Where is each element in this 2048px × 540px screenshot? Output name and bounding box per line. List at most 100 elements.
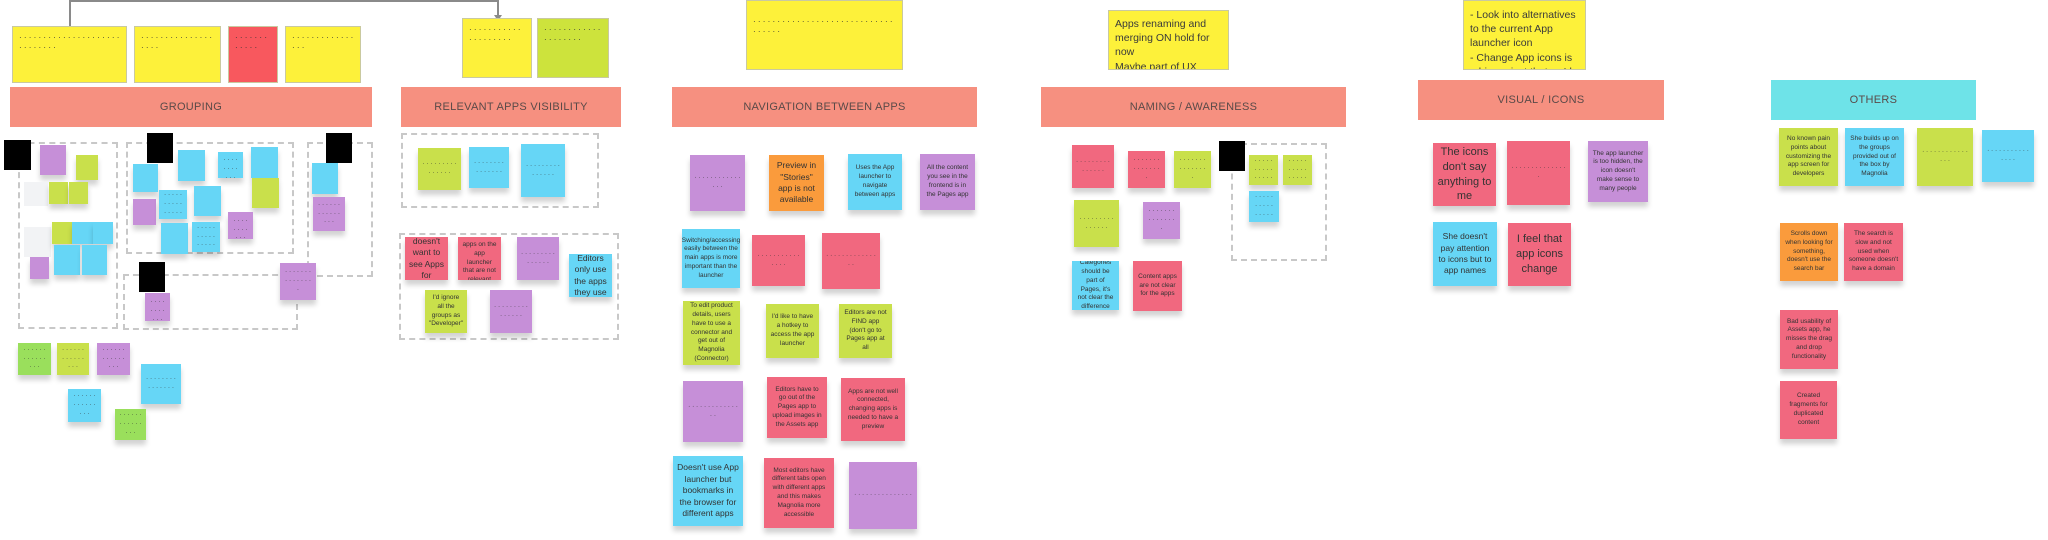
sticky-note[interactable]: · · · · · · · · · · · · · · · <box>822 233 880 289</box>
cluster-label-naming[interactable] <box>1219 141 1245 171</box>
sticky-note[interactable]: · · · · · · · · · · · · · · · <box>752 235 805 286</box>
sticky-note[interactable]: · · · · · · · · · · · · · · · <box>218 152 243 178</box>
sticky-note[interactable]: I'd like to have a hotkey to access the … <box>766 304 819 358</box>
sticky-note[interactable] <box>133 164 158 192</box>
sticky-note[interactable]: · · · · · · · · · · · · · · · <box>469 147 509 188</box>
sticky-note[interactable] <box>93 222 113 244</box>
top-note-relevant-2[interactable]: · · · · · · · · · · · · · · · · · · · · <box>537 18 609 78</box>
section-header-grouping[interactable]: GROUPING <box>10 87 372 127</box>
sticky-note[interactable]: · · · · · · · · · · · · · · · <box>141 364 181 404</box>
sticky-note[interactable] <box>24 227 51 257</box>
sticky-note[interactable]: She builds up on the groups provided out… <box>1845 128 1904 186</box>
sticky-note[interactable]: · · · · · · · · · · · · · · · <box>57 343 89 375</box>
sticky-note[interactable]: · · · · · · · · · · · · · · · <box>1072 145 1114 188</box>
sticky-note[interactable]: · · · · · · · · · · · · · · · <box>68 389 101 422</box>
sticky-note[interactable] <box>82 245 107 275</box>
top-note-grouping-4[interactable]: · · · · · · · · · · · · · · · · <box>285 26 361 83</box>
sticky-note[interactable]: · · · · · · · · · · · · · · · <box>1143 202 1180 239</box>
sticky-note[interactable]: · · · · · · · · · · · · · · · <box>192 222 220 252</box>
sticky-note[interactable]: She doesn't want to see Apps for develop… <box>405 237 448 280</box>
sticky-note[interactable]: · · · · · · · · · · · · · · · <box>97 343 130 375</box>
sticky-note[interactable]: · · · · · · · · · · · · · · · <box>280 263 316 300</box>
sticky-note[interactable]: · · · · · · · · · · · · · · · <box>1174 151 1211 188</box>
section-header-navigation-between-apps[interactable]: NAVIGATION BETWEEN APPS <box>672 87 977 127</box>
sticky-note[interactable] <box>251 147 278 178</box>
sticky-note[interactable]: · · · · · · · · · · · · · · · <box>228 212 253 239</box>
sticky-note[interactable] <box>178 150 205 181</box>
sticky-note[interactable]: Switching/accessing easily between the m… <box>682 229 740 288</box>
sticky-note[interactable]: · · · · · · · · · · · · · · · <box>159 190 187 219</box>
sticky-note[interactable]: · · · · · · · · · · · · · · · <box>690 155 745 211</box>
sticky-note[interactable] <box>24 182 48 206</box>
sticky-note[interactable]: All the content you see in the frontend … <box>920 154 975 210</box>
cluster-label-4[interactable] <box>139 262 165 292</box>
sticky-note[interactable]: Doesn't use App launcher but bookmarks i… <box>673 456 743 526</box>
sticky-note[interactable]: · · · · · · · · · · · · · · · <box>1074 200 1119 247</box>
sticky-note[interactable]: To edit product details, users have to u… <box>683 301 740 365</box>
sticky-note[interactable]: · · · · · · · · · · · · · · · <box>521 144 565 197</box>
sticky-note[interactable] <box>161 223 188 254</box>
sticky-note[interactable]: · · · · · · · · · · · · · · · <box>145 293 170 321</box>
sticky-note[interactable] <box>252 178 279 208</box>
sticky-note[interactable]: · · · · · · · · · · · · · · · <box>115 409 146 440</box>
top-note-grouping-2[interactable]: · · · · · · · · · · · · · · · · · · · <box>134 26 221 83</box>
sticky-note[interactable]: Most editors have different tabs open wi… <box>764 458 834 528</box>
sticky-note[interactable] <box>194 186 221 216</box>
sticky-note[interactable]: I feel that app icons change <box>1508 223 1571 286</box>
sticky-note[interactable]: Bad usability of Assets app, he misses t… <box>1780 310 1838 369</box>
sticky-note[interactable] <box>40 145 66 175</box>
sticky-note[interactable] <box>72 222 93 244</box>
top-note-grouping-3[interactable]: · · · · · · · · · · · · <box>228 26 278 83</box>
sticky-note[interactable]: · · · · · · · · · · · · · · · <box>1917 128 1973 186</box>
sticky-note[interactable]: · · · · · · · · · · · · · · · <box>517 237 559 280</box>
sticky-note[interactable]: Editors are not FIND app (don't go to Pa… <box>839 304 892 358</box>
sticky-note[interactable]: · · · · · · · · · · · · · · · <box>18 343 51 375</box>
sticky-note[interactable]: · · · · · · · · · · · · · · · <box>490 290 532 333</box>
sticky-note[interactable]: No known pain points about customizing t… <box>1779 128 1838 186</box>
sticky-note[interactable]: The app launcher is too hidden, the icon… <box>1588 141 1648 202</box>
sticky-note[interactable]: · · · · · · · · · · · · · · · <box>1249 191 1279 222</box>
sticky-note[interactable]: Editors have to go out of the Pages app … <box>767 377 827 438</box>
top-note-grouping-1[interactable]: · · · · · · · · · · · · · · · · · · · · … <box>12 26 127 83</box>
sticky-note[interactable]: I'd ignore all the groups as "Developer" <box>425 290 467 333</box>
cluster-label-2[interactable] <box>147 133 173 163</box>
sticky-note[interactable]: There are apps on the app launcher that … <box>458 237 501 280</box>
sticky-note[interactable] <box>54 245 80 275</box>
sticky-note[interactable]: · · · · · · · · · · · · · · · <box>683 381 743 442</box>
sticky-note[interactable] <box>49 182 68 204</box>
sticky-note[interactable] <box>69 182 88 204</box>
sticky-note[interactable]: · · · · · · · · · · · · · · · <box>1507 141 1570 205</box>
sticky-note[interactable]: Content apps are not clear for the apps <box>1133 261 1182 311</box>
sticky-note[interactable] <box>52 222 72 244</box>
top-note-relevant-1[interactable]: · · · · · · · · · · · · · · · · · · · · <box>462 18 532 78</box>
sticky-note[interactable]: Apps are not well connected, changing ap… <box>841 378 905 441</box>
sticky-note[interactable]: · · · · · · · · · · · · · · · <box>849 462 917 529</box>
cluster-label-1[interactable] <box>4 140 31 170</box>
sticky-note[interactable]: Scrolls down when looking for something,… <box>1780 223 1838 281</box>
sticky-note[interactable] <box>133 199 156 225</box>
sticky-note[interactable]: The search is slow and not used when som… <box>1844 223 1903 281</box>
top-note-visual-1[interactable]: - Look into alternatives to the current … <box>1463 0 1586 70</box>
sticky-note[interactable] <box>312 163 338 194</box>
sticky-note[interactable] <box>76 155 98 180</box>
section-header-relevant-apps-visibility[interactable]: RELEVANT APPS VISIBILITY <box>401 87 621 127</box>
sticky-note[interactable]: · · · · · · · · · · · · · · · <box>418 148 461 190</box>
sticky-note[interactable]: · · · · · · · · · · · · · · · <box>1283 155 1312 185</box>
sticky-note[interactable]: Categories should be part of Pages, it's… <box>1072 261 1119 310</box>
sticky-note[interactable]: · · · · · · · · · · · · · · · <box>1982 130 2034 182</box>
sticky-note[interactable]: Editors only use the apps they use <box>569 254 612 297</box>
sticky-note[interactable]: · · · · · · · · · · · · · · · <box>313 197 345 231</box>
top-note-navigation-1[interactable]: · · · · · · · · · · · · · · · · · · · · … <box>746 0 903 70</box>
sticky-note[interactable]: The icons don't say anything to me <box>1433 143 1496 206</box>
section-header-naming-awareness[interactable]: NAMING / AWARENESS <box>1041 87 1346 127</box>
section-header-others[interactable]: OTHERS <box>1771 80 1976 120</box>
top-note-naming-1[interactable]: Apps renaming and merging ON hold for no… <box>1108 10 1229 70</box>
cluster-label-3[interactable] <box>326 133 352 163</box>
sticky-note[interactable]: Preview in "Stories" app is not availabl… <box>769 155 824 211</box>
sticky-note[interactable]: Uses the App launcher to navigate betwee… <box>848 154 902 210</box>
sticky-note[interactable]: Created fragments for duplicated content <box>1780 381 1837 439</box>
sticky-note[interactable]: She doesn't pay attention to icons but t… <box>1433 222 1497 286</box>
sticky-note[interactable] <box>30 257 49 279</box>
sticky-note[interactable]: · · · · · · · · · · · · · · · <box>1249 155 1278 185</box>
sticky-note[interactable]: · · · · · · · · · · · · · · · <box>1128 151 1165 188</box>
